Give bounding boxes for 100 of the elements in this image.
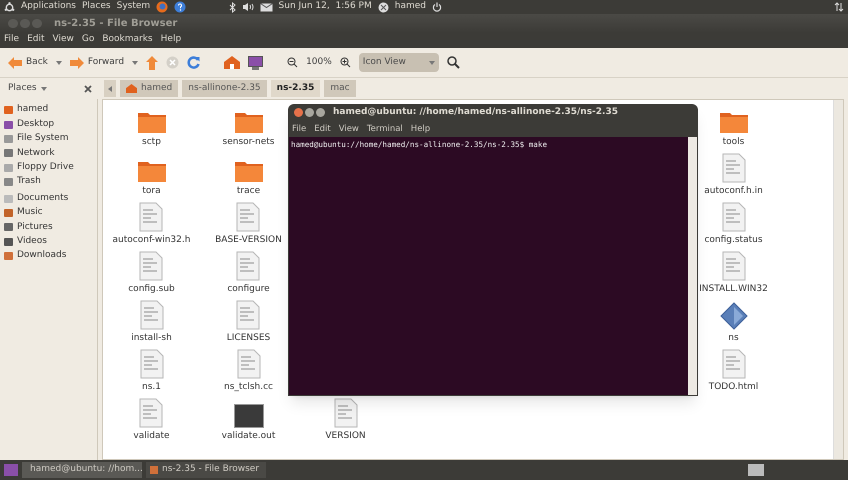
reload-icon[interactable] xyxy=(187,56,200,69)
sidebar-item[interactable]: File System xyxy=(4,132,97,146)
sidebar-item[interactable]: Documents xyxy=(4,191,97,206)
help-icon[interactable] xyxy=(174,1,186,13)
view-dropdown[interactable]: Icon View xyxy=(358,53,439,72)
volume-icon[interactable] xyxy=(242,2,254,12)
document-entry[interactable]: LICENSES xyxy=(226,300,270,349)
places-dropdown[interactable]: Places xyxy=(8,82,47,96)
document-entry[interactable]: install-sh xyxy=(131,300,172,349)
menu-item[interactable]: Bookmarks xyxy=(102,33,153,47)
sidebar-item[interactable]: Floppy Drive xyxy=(4,160,97,175)
home-icon[interactable] xyxy=(224,56,240,69)
sidebar-item[interactable]: Desktop xyxy=(4,117,97,132)
document-entry[interactable]: ns_tclsh.cc xyxy=(224,349,274,398)
close-button[interactable] xyxy=(294,108,303,117)
document-icon xyxy=(140,300,164,330)
folder-icon xyxy=(718,110,748,134)
folder-icon xyxy=(136,159,166,183)
zoom-level: 100% xyxy=(306,56,332,69)
sidebar-item[interactable]: Videos xyxy=(4,234,97,249)
document-entry[interactable]: config.sub xyxy=(128,251,175,300)
back-arrow-icon xyxy=(8,56,22,68)
document-entry[interactable]: ns.1 xyxy=(140,349,164,398)
menu-item[interactable]: Edit xyxy=(27,33,44,47)
document-icon xyxy=(139,398,164,428)
path-button[interactable]: mac xyxy=(324,80,356,97)
panel-menu[interactable]: Applications xyxy=(21,0,76,14)
scroll-left-button[interactable] xyxy=(104,80,116,97)
zoom-in-icon[interactable] xyxy=(340,57,351,68)
diamond-icon xyxy=(720,302,748,330)
folder-icon xyxy=(234,110,264,134)
forward-button[interactable]: Forward xyxy=(70,56,124,70)
power-icon[interactable] xyxy=(432,2,442,12)
scrollbar[interactable] xyxy=(833,100,843,459)
browser-icon[interactable] xyxy=(156,1,168,13)
sidebar-item[interactable]: Network xyxy=(4,146,97,161)
document-icon xyxy=(236,202,260,232)
sidebar-item[interactable]: Trash xyxy=(4,174,97,190)
maximize-button[interactable] xyxy=(316,108,325,117)
menu-item[interactable]: View xyxy=(52,33,74,47)
document-entry[interactable]: BASE-VERSION xyxy=(215,202,282,251)
up-arrow-icon[interactable] xyxy=(146,56,158,70)
document-icon xyxy=(139,202,164,232)
taskbar-button[interactable]: ns-2.35 - File Browser xyxy=(146,462,266,478)
sidebar-item[interactable]: Music xyxy=(4,206,97,220)
user-status-icon[interactable] xyxy=(378,2,389,12)
workspace-switcher[interactable] xyxy=(748,464,764,476)
ubuntu-logo-icon xyxy=(4,2,15,12)
scrollbar[interactable] xyxy=(688,137,697,395)
sidebar-item[interactable]: Pictures xyxy=(4,220,97,235)
document-entry[interactable]: validate.out xyxy=(222,398,276,447)
document-entry[interactable]: TODO.html xyxy=(708,349,758,398)
dropdown-caret-icon[interactable] xyxy=(56,60,62,64)
document-entry[interactable]: INSTALL.WIN32 xyxy=(699,251,768,300)
folder-entry[interactable]: sensor-nets xyxy=(222,104,274,153)
minimize-button[interactable] xyxy=(305,108,314,117)
bluetooth-icon[interactable] xyxy=(228,2,236,12)
path-button[interactable]: ns-2.35 xyxy=(270,80,320,97)
folder-entry[interactable]: sctp xyxy=(136,104,166,153)
user-name[interactable]: hamed xyxy=(394,0,426,14)
menu-item[interactable]: File xyxy=(4,33,20,47)
close-icon[interactable] xyxy=(84,84,92,92)
taskbar-button[interactable]: hamed@ubuntu: //hom... xyxy=(22,462,142,478)
document-icon xyxy=(236,349,260,379)
document-entry[interactable]: VERSION xyxy=(325,398,366,447)
computer-icon[interactable] xyxy=(248,56,264,70)
folder-icon xyxy=(234,159,264,183)
document-entry[interactable]: autoconf.h.in xyxy=(704,153,763,202)
dropdown-caret-icon[interactable] xyxy=(132,60,138,64)
folder-entry[interactable]: trace xyxy=(234,153,264,202)
back-button[interactable]: Back xyxy=(8,56,48,70)
network-icon[interactable] xyxy=(834,2,844,12)
panel-menu[interactable]: System xyxy=(116,0,150,14)
menu-item[interactable]: View xyxy=(338,122,359,136)
menu-item[interactable]: Help xyxy=(160,33,182,47)
zoom-out-icon[interactable] xyxy=(287,57,298,68)
document-icon xyxy=(722,251,746,281)
menu-item[interactable]: Edit xyxy=(314,122,331,136)
document-entry[interactable]: ns xyxy=(720,300,748,349)
document-icon xyxy=(140,349,164,379)
menu-item[interactable]: Help xyxy=(410,122,430,136)
mail-icon[interactable] xyxy=(260,2,273,12)
sidebar-item[interactable]: Downloads xyxy=(4,248,97,264)
document-entry[interactable]: config.status xyxy=(704,202,763,251)
thumbnail-icon xyxy=(234,404,264,428)
sidebar-item[interactable]: hamed xyxy=(4,103,97,118)
path-button[interactable]: ns-allinone-2.35 xyxy=(182,80,267,97)
clock[interactable]: Sun Jun 12, 1:56 PM xyxy=(278,0,372,14)
document-entry[interactable]: validate xyxy=(133,398,170,447)
path-button[interactable]: hamed xyxy=(120,80,178,97)
document-entry[interactable]: configure xyxy=(227,251,270,300)
folder-entry[interactable]: tora xyxy=(136,153,166,202)
home-icon xyxy=(126,84,137,93)
menu-item[interactable]: Terminal xyxy=(366,122,403,136)
folder-entry[interactable]: tools xyxy=(718,104,748,153)
menu-item[interactable]: File xyxy=(292,122,306,136)
document-entry[interactable]: autoconf-win32.h xyxy=(112,202,190,251)
search-icon[interactable] xyxy=(446,56,460,69)
menu-item[interactable]: Go xyxy=(82,33,94,47)
panel-menu[interactable]: Places xyxy=(82,0,111,14)
